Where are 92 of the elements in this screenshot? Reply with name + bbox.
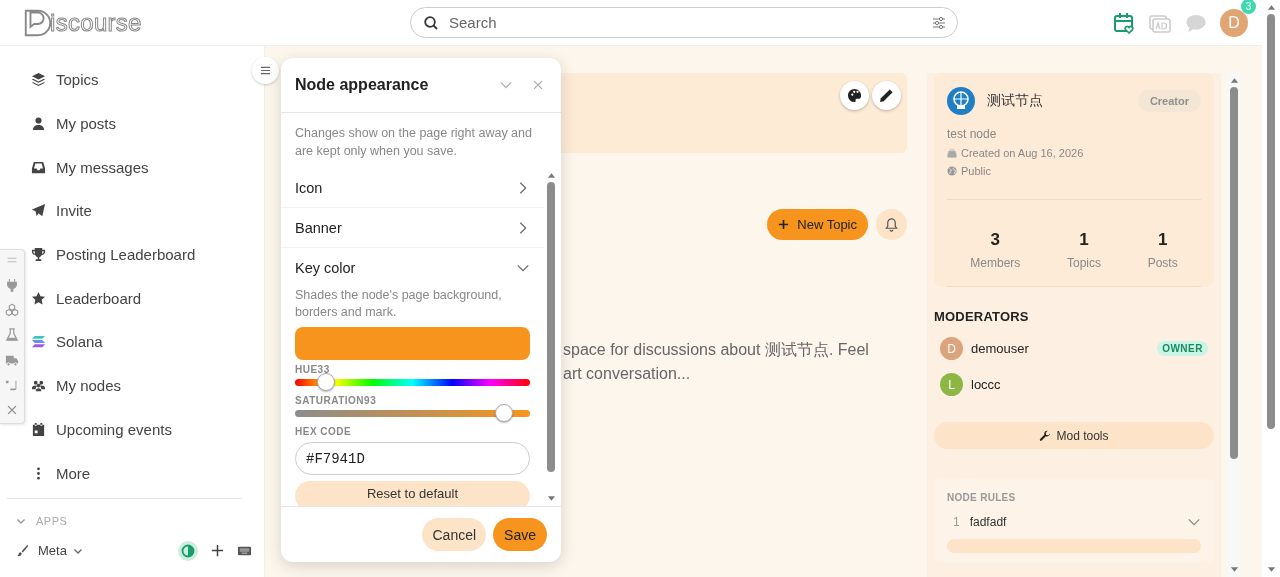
scroll-down-icon[interactable] <box>1266 567 1276 573</box>
created-date: Created on Aug 16, 2026 <box>961 147 1084 159</box>
dialog-title: Node appearance <box>295 76 429 94</box>
cake-icon <box>947 148 957 158</box>
stat-label: Topics <box>1066 256 1101 270</box>
scrollbar[interactable] <box>1227 73 1241 577</box>
notifications-button[interactable] <box>876 209 907 240</box>
stat-value: 1 <box>1157 230 1168 250</box>
pencil-icon <box>879 88 894 103</box>
section-row[interactable]: Key color <box>281 248 544 287</box>
scroll-down-icon[interactable] <box>1229 567 1239 573</box>
cubes-icon[interactable] <box>5 303 19 317</box>
people-icon <box>31 378 46 394</box>
inbox-icon <box>31 159 46 175</box>
slider-label: SATURATION93 <box>295 395 378 406</box>
notification-badge: 3 <box>1241 0 1256 14</box>
username[interactable]: demouser <box>971 341 1029 356</box>
description-text: space for discussions about 测试节点. Feel <box>563 340 870 360</box>
sidebar-item[interactable]: Solana <box>31 320 264 364</box>
sidebar-item[interactable]: Posting Leaderboard <box>31 232 264 277</box>
close-icon[interactable] <box>531 78 545 92</box>
scroll-up-icon[interactable] <box>546 172 556 178</box>
sidebar-item[interactable]: Upcoming events <box>31 407 264 452</box>
person-icon <box>31 116 46 132</box>
scroll-up-icon[interactable] <box>1229 77 1239 83</box>
dialog-intro: Changes show on the page right away and are kept only when you save. <box>294 125 533 160</box>
mod-tools-button[interactable]: Mod tools <box>934 422 1214 449</box>
scroll-up-icon[interactable] <box>1266 4 1276 10</box>
owner-badge: OWNER <box>1157 341 1208 356</box>
star-icon <box>31 290 46 306</box>
sidebar-item[interactable]: My messages <box>31 145 264 190</box>
node-subtitle: test node <box>947 127 998 141</box>
palette-button[interactable] <box>840 81 869 110</box>
sidebar-toggle-button[interactable] <box>252 57 279 84</box>
node-logo-icon <box>947 87 975 115</box>
description-text: art conversation... <box>563 364 692 384</box>
stripes-icon <box>31 334 46 350</box>
new-topic-button[interactable]: New Topic <box>767 209 868 240</box>
field-label: HEX CODE <box>295 426 353 437</box>
cancel-button[interactable]: Cancel <box>422 518 487 551</box>
scrollbar[interactable] <box>1262 0 1280 577</box>
section-title: MODERATORS <box>934 309 1030 324</box>
visibility-label: Public <box>961 165 991 177</box>
stat-value: 1 <box>1079 230 1089 250</box>
saturation-slider[interactable] <box>295 404 530 422</box>
edit-button[interactable] <box>872 81 901 110</box>
section-title: APPS <box>36 514 68 527</box>
hex-code-field[interactable]: #F7941D <box>295 442 530 475</box>
key-color-description: Shades the node's page background, borders and mark. <box>295 287 503 321</box>
sidebar-item[interactable]: Leaderboard <box>31 276 264 321</box>
slider-label: HUE33 <box>295 364 331 375</box>
close-icon[interactable] <box>5 403 19 417</box>
sidebar-item[interactable]: My posts <box>31 101 264 146</box>
plus-icon <box>778 219 790 230</box>
plus-icon[interactable] <box>210 543 225 559</box>
slider-thumb[interactable] <box>316 373 335 391</box>
bell-icon <box>884 217 899 232</box>
palette-icon <box>847 88 862 103</box>
sidebar-item[interactable]: Invite <box>31 189 264 233</box>
rule-item[interactable]: 1 fadfadf <box>947 515 1201 529</box>
search-icon <box>423 14 439 31</box>
save-button[interactable]: Save <box>493 518 547 551</box>
calendar-icon <box>31 421 46 437</box>
flask-icon[interactable] <box>5 328 19 342</box>
sidebar-item[interactable]: My nodes <box>31 363 264 408</box>
scroll-down-icon[interactable] <box>546 496 556 502</box>
trophy-icon <box>31 247 46 263</box>
stat-value: 3 <box>990 230 1001 250</box>
role-badge: Creator <box>1137 90 1201 112</box>
menu-icon <box>260 65 271 76</box>
username[interactable]: loccc <box>971 377 1001 392</box>
search-field[interactable]: Search <box>447 13 923 32</box>
stat-label: Posts <box>1147 256 1178 270</box>
sidebar-item[interactable]: More <box>31 451 264 495</box>
hue-slider[interactable] <box>295 373 530 391</box>
slider-thumb[interactable] <box>495 404 514 422</box>
stat-label: Members <box>970 256 1021 270</box>
filter-sliders-icon[interactable] <box>931 14 947 31</box>
logo-text: iscourse <box>50 8 142 37</box>
contrast-toggle-icon[interactable] <box>178 540 198 561</box>
section-title: NODE RULES <box>947 492 1017 503</box>
wrench-icon <box>1039 429 1052 442</box>
calendar-heart-icon[interactable] <box>1112 10 1136 35</box>
app-switcher[interactable]: Meta <box>38 543 67 559</box>
brush-icon <box>16 544 29 558</box>
paper-plane-icon <box>31 203 46 219</box>
plug-icon[interactable] <box>5 278 19 292</box>
globe-icon <box>947 166 957 176</box>
reset-button[interactable]: Reset to default <box>295 481 530 506</box>
layers-icon <box>31 72 46 88</box>
truck-icon[interactable] <box>5 353 19 367</box>
node-name: 测试节点 <box>987 92 1043 110</box>
